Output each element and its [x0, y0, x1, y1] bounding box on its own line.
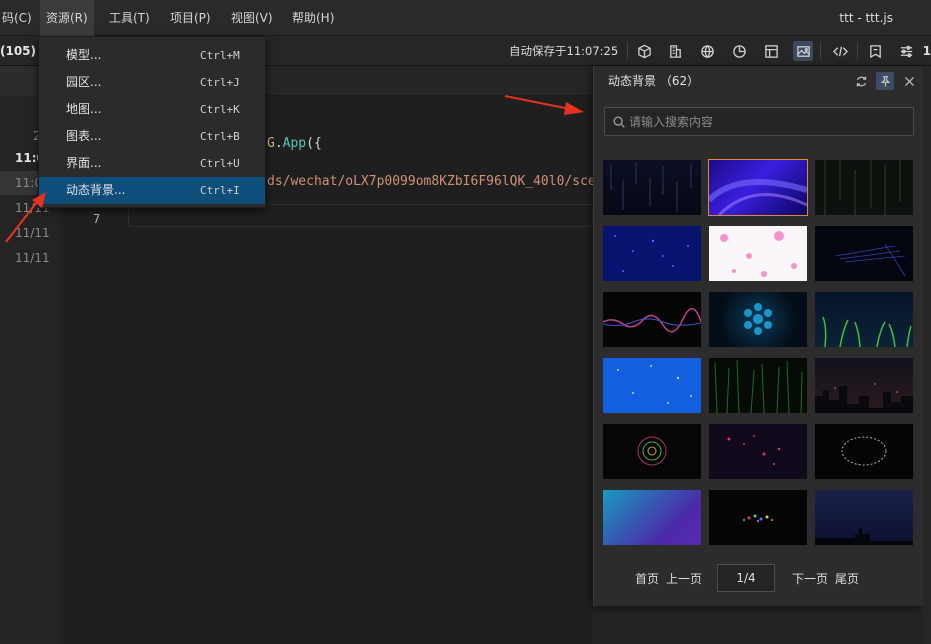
menu-item-label: 园区...	[66, 75, 102, 89]
menu-view[interactable]: 视图(V)	[225, 0, 279, 36]
menu-item-label: 地图...	[66, 102, 102, 116]
code-token-method: App	[282, 136, 307, 151]
close-icon[interactable]	[900, 72, 918, 90]
menu-item-label: 界面...	[66, 156, 102, 170]
first-page-button[interactable]: 首页	[635, 564, 659, 594]
pin-icon[interactable]	[876, 72, 894, 90]
panel-title: 动态背景 （62）	[608, 74, 700, 88]
thumbnail-pink-bokeh[interactable]	[709, 226, 807, 281]
code-line-app: G.App({	[267, 136, 322, 151]
layout-icon[interactable]	[761, 41, 781, 61]
thumbnail-blue-stars[interactable]	[603, 358, 701, 413]
menu-item-label: 模型...	[66, 48, 102, 62]
toolbar-divider	[627, 43, 628, 59]
menu-item-shortcut: Ctrl+B	[200, 130, 240, 143]
red-arrow-annotation	[5, 192, 46, 243]
menu-item-shortcut: Ctrl+U	[200, 157, 240, 170]
thumbnail-night-silhouette[interactable]	[815, 490, 913, 545]
code-token-punct: ({	[306, 136, 322, 151]
globe-icon[interactable]	[697, 41, 717, 61]
building-icon[interactable]	[665, 41, 685, 61]
thumbnail-blue-gradient[interactable]	[603, 490, 701, 545]
image-icon[interactable]	[793, 41, 813, 61]
menu-item-interface[interactable]: 界面... Ctrl+U	[39, 150, 265, 177]
dynamic-background-panel: 动态背景 （62） 请输入搜索内容 首页 上一页 1/4 下一页 尾页	[593, 66, 923, 606]
red-arrow-annotation	[504, 95, 584, 115]
thumbnail-blue-particles[interactable]	[603, 226, 701, 281]
code-token-class: G	[267, 136, 275, 151]
thumbnail-rain-dark[interactable]	[603, 160, 701, 215]
thumbnail-mandala[interactable]	[603, 424, 701, 479]
cube-icon[interactable]	[634, 41, 654, 61]
menu-resources[interactable]: 资源(R)	[40, 0, 94, 36]
line-number: 7	[93, 212, 101, 226]
menu-item-shortcut: Ctrl+M	[200, 49, 240, 62]
menu-tools[interactable]: 工具(T)	[103, 0, 156, 36]
tab-count-label[interactable]: (105)	[0, 36, 36, 66]
menu-item-chart[interactable]: 图表... Ctrl+B	[39, 123, 265, 150]
thumbnail-blue-lines[interactable]	[815, 226, 913, 281]
search-box[interactable]	[604, 107, 914, 136]
menu-code[interactable]: 码(C)	[0, 0, 38, 36]
code-line-url: ds/wechat/oLX7p0099om8KZbI6F96lQK_40l0/s…	[267, 174, 604, 189]
thumbnail-colorful-particles[interactable]	[709, 490, 807, 545]
code-token-dot: .	[274, 136, 283, 151]
menu-item-shortcut: Ctrl+I	[200, 184, 240, 197]
menu-item-dynamic-background[interactable]: 动态背景... Ctrl+I	[39, 177, 265, 204]
menu-project[interactable]: 项目(P)	[164, 0, 217, 36]
code-icon[interactable]	[830, 41, 850, 61]
menu-item-shortcut: Ctrl+K	[200, 103, 240, 116]
search-input[interactable]	[629, 108, 909, 135]
prev-page-button[interactable]: 上一页	[666, 564, 702, 594]
thumbnail-city-night[interactable]	[815, 358, 913, 413]
menu-help[interactable]: 帮助(H)	[286, 0, 340, 36]
page-indicator[interactable]: 1/4	[717, 564, 775, 592]
toolbar-divider	[820, 43, 821, 59]
window-title: ttt - ttt.js	[839, 11, 893, 25]
menu-item-map[interactable]: 地图... Ctrl+K	[39, 96, 265, 123]
thumbnail-pink-particles[interactable]	[709, 424, 807, 479]
thumbnail-green-stalks[interactable]	[709, 358, 807, 413]
menu-item-shortcut: Ctrl+J	[200, 76, 240, 89]
pie-chart-icon[interactable]	[729, 41, 749, 61]
menu-bar: 码(C) 资源(R) 工具(T) 项目(P) 视图(V) 帮助(H) ttt -…	[0, 0, 931, 36]
thumbnail-hexagon-glow[interactable]	[709, 292, 807, 347]
search-icon	[613, 116, 625, 128]
toolbar-divider	[857, 43, 858, 59]
thumbnail-dark-rain[interactable]	[815, 160, 913, 215]
menu-item-label: 图表...	[66, 129, 102, 143]
autosave-status: 自动保存于11:07:25	[509, 44, 619, 58]
last-page-button[interactable]: 尾页	[835, 564, 859, 594]
thumbnail-green-grass[interactable]	[815, 292, 913, 347]
thumbnail-sound-wave[interactable]	[603, 292, 701, 347]
bookmark-icon[interactable]	[865, 41, 885, 61]
thumbnail-ring-particles[interactable]	[815, 424, 913, 479]
refresh-icon[interactable]	[852, 72, 870, 90]
next-page-button[interactable]: 下一页	[792, 564, 828, 594]
menu-item-label: 动态背景...	[66, 183, 126, 197]
resources-dropdown-menu: 模型... Ctrl+M 园区... Ctrl+J 地图... Ctrl+K 图表..…	[38, 36, 266, 208]
pagination: 首页 上一页 1/4 下一页 尾页	[594, 564, 924, 594]
toolbar-edge-label: 1	[922, 44, 931, 58]
right-edge-pane	[923, 66, 931, 644]
thumbnail-purple-waves[interactable]	[708, 159, 808, 216]
menu-item-park[interactable]: 园区... Ctrl+J	[39, 69, 265, 96]
menu-item-model[interactable]: 模型... Ctrl+M	[39, 42, 265, 69]
sliders-icon[interactable]	[896, 41, 916, 61]
